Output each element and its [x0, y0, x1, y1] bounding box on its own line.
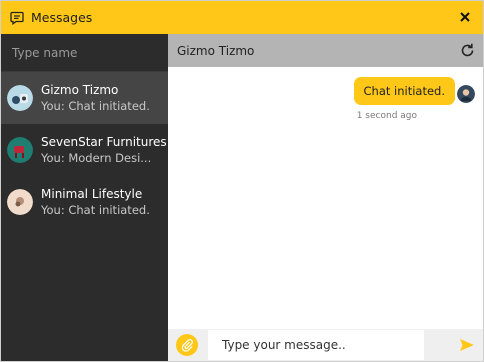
conversation-preview: You: Modern Desi... [41, 151, 152, 165]
message-list: Chat initiated. 1 second ago [168, 67, 483, 329]
avatar [457, 85, 475, 103]
avatar [7, 137, 33, 163]
avatar [7, 189, 33, 215]
conversation-item-gizmo-tizmo[interactable]: Gizmo Tizmo You: Chat initiated. [1, 72, 168, 124]
message-bubble: Chat initiated. [353, 77, 455, 105]
send-icon[interactable] [459, 337, 475, 353]
chat-title: Gizmo Tizmo [177, 43, 255, 58]
chat-panel: Gizmo Tizmo Chat initiated. 1 second ago [168, 34, 483, 361]
conversation-sidebar: Gizmo Tizmo You: Chat initiated. SevenSt… [1, 34, 168, 361]
messages-window: Messages Gizmo Tizmo You: Cha [0, 0, 484, 362]
avatar [7, 85, 33, 111]
paperclip-icon[interactable] [176, 334, 198, 356]
conversation-preview: You: Chat initiated. [41, 99, 150, 113]
message-composer [168, 329, 483, 361]
conversation-name: Minimal Lifestyle [41, 187, 143, 201]
conversation-preview: You: Chat initiated. [41, 203, 150, 217]
search-input[interactable] [10, 44, 159, 61]
message-timestamp: 1 second ago [356, 111, 417, 121]
search-box [1, 34, 168, 72]
chat-header: Gizmo Tizmo [168, 34, 483, 67]
close-icon[interactable] [457, 9, 473, 25]
message-square-icon [10, 11, 24, 25]
message-input[interactable] [208, 330, 424, 360]
conversation-item-minimal-lifestyle[interactable]: Minimal Lifestyle You: Chat initiated. [1, 176, 168, 228]
conversation-name: SevenStar Furnitures [41, 135, 167, 149]
window-title: Messages [31, 10, 93, 25]
conversation-name: Gizmo Tizmo [41, 83, 119, 97]
refresh-icon[interactable] [459, 42, 476, 59]
title-bar: Messages [1, 1, 483, 34]
conversation-item-sevenstar-furnitures[interactable]: SevenStar Furnitures You: Modern Desi... [1, 124, 168, 176]
